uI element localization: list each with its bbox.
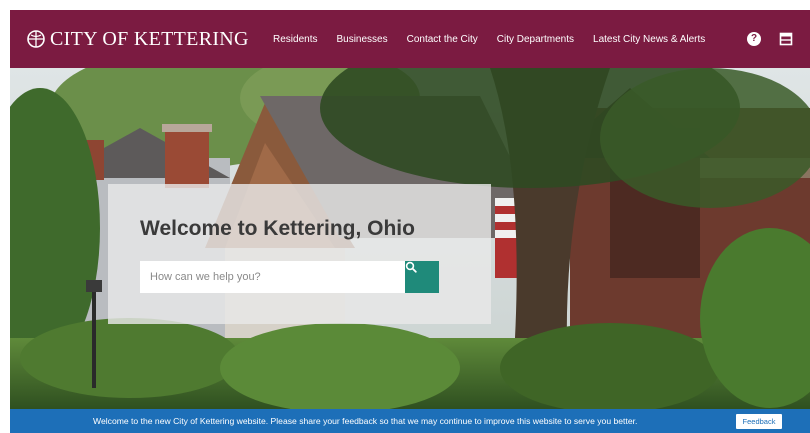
nav-contact-the-city[interactable]: Contact the City — [407, 34, 478, 45]
panel-icon[interactable] — [779, 32, 793, 46]
site-header: CITY OF KETTERING Residents Businesses C… — [10, 10, 810, 68]
feedback-banner: Welcome to the new City of Kettering web… — [10, 409, 810, 433]
page: CITY OF KETTERING Residents Businesses C… — [0, 0, 810, 433]
feedback-message: Welcome to the new City of Kettering web… — [93, 416, 638, 426]
search-input[interactable] — [140, 261, 405, 293]
city-seal-icon — [27, 30, 45, 48]
search-button[interactable] — [405, 261, 439, 293]
page-title: Welcome to Kettering, Ohio — [140, 217, 415, 240]
search-icon — [405, 261, 417, 273]
hero-image: Welcome to Kettering, Ohio — [10, 68, 810, 409]
feedback-button[interactable]: Feedback — [736, 414, 782, 429]
question-circle-icon[interactable]: ? — [747, 32, 761, 46]
nav-latest-news-alerts[interactable]: Latest City News & Alerts — [593, 34, 705, 45]
city-logo[interactable]: CITY OF KETTERING — [26, 28, 249, 51]
nav-city-departments[interactable]: City Departments — [497, 34, 574, 45]
logo-text: CITY OF KETTERING — [50, 27, 249, 50]
welcome-search-panel: Welcome to Kettering, Ohio — [108, 184, 491, 324]
nav-businesses[interactable]: Businesses — [336, 34, 387, 45]
nav-residents[interactable]: Residents — [273, 34, 317, 45]
main-nav: Residents Businesses Contact the City Ci… — [273, 10, 705, 68]
